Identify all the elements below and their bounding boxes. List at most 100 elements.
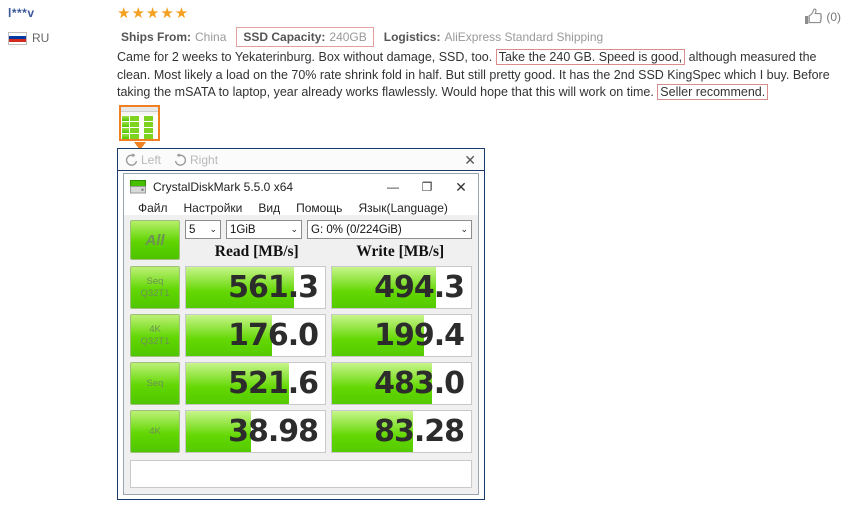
benchmark-run-button[interactable]: 4K Q32T1 [130, 314, 180, 357]
attribute-ships-from: Ships From: China [117, 28, 230, 46]
rotate-left-icon [124, 152, 139, 167]
benchmark-label-bottom: Q32T1 [140, 287, 170, 299]
menu-item-language[interactable]: Язык(Language) [350, 201, 455, 215]
benchmark-row: Seq 521.6 483.0 [130, 362, 472, 405]
cdm-window-title: CrystalDiskMark 5.5.0 x64 [153, 180, 294, 194]
benchmark-run-button[interactable]: Seq [130, 362, 180, 405]
write-result-cell: 483.0 [331, 362, 472, 405]
result-value: 38.98 [228, 414, 319, 449]
attribute-value: 240GB [329, 30, 367, 44]
rotate-right-icon [173, 152, 188, 167]
attribute-key: Logistics: [383, 30, 441, 44]
benchmark-label-top: Seq [146, 377, 164, 389]
thumbnail-row [122, 116, 157, 121]
like-count: (0) [826, 9, 841, 24]
cdm-maximize-button[interactable]: ❐ [410, 174, 444, 200]
thumbnail-row [122, 128, 157, 133]
menu-item-settings[interactable]: Настройки [176, 201, 251, 215]
result-value: 176.0 [228, 318, 319, 353]
result-value: 483.0 [374, 366, 465, 401]
rotate-right-button[interactable]: Right [173, 152, 218, 167]
attribute-key: Ships From: [121, 30, 192, 44]
review-text-part-1: Came for 2 weeks to Yekaterinburg. Box w… [117, 50, 496, 64]
cdm-content: All 5 ⌄ 1GiB ⌄ G: 0% (0/224GiB) ⌄ Read [… [124, 215, 478, 494]
review-highlight-1: Take the 240 GB. Speed is good, [495, 49, 686, 65]
cdm-column-headers: Read [MB/s] Write [MB/s] [185, 243, 472, 261]
cdm-status-box[interactable] [130, 460, 472, 488]
read-result-cell: 561.3 [185, 266, 326, 309]
helpful-vote[interactable]: (0) [804, 8, 841, 25]
cdm-titlebar: CrystalDiskMark 5.5.0 x64 — ❐ ✕ [124, 174, 478, 200]
review-highlight-2: Seller recommend. [657, 84, 769, 100]
test-size-select[interactable]: 1GiB ⌄ [226, 220, 302, 239]
result-value: 494.3 [374, 270, 465, 305]
crystaldiskmark-window: CrystalDiskMark 5.5.0 x64 — ❐ ✕ Файл Нас… [123, 173, 479, 495]
result-value: 199.4 [374, 318, 465, 353]
write-result-cell: 494.3 [331, 266, 472, 309]
drive-value: G: 0% (0/224GiB) [311, 223, 402, 236]
cdm-close-button[interactable]: ✕ [444, 174, 478, 200]
run-all-button[interactable]: All [130, 220, 180, 260]
reviewer-info: l***v RU [8, 6, 108, 45]
rating-stars: ★★★★★ [117, 5, 190, 22]
russia-flag-icon [8, 31, 27, 45]
read-result-cell: 38.98 [185, 410, 326, 453]
thumbnail-preview[interactable] [119, 105, 160, 141]
column-header-read: Read [MB/s] [214, 243, 299, 260]
attribute-value: AliExpress Standard Shipping [444, 30, 604, 44]
write-result-cell: 83.28 [331, 410, 472, 453]
test-size-value: 1GiB [230, 223, 256, 236]
cdm-minimize-button[interactable]: — [376, 174, 410, 200]
read-result-cell: 521.6 [185, 362, 326, 405]
rotate-left-label: Left [141, 152, 162, 167]
cdm-controls-row: All 5 ⌄ 1GiB ⌄ G: 0% (0/224GiB) ⌄ Read [… [130, 220, 472, 261]
write-result-cell: 199.4 [331, 314, 472, 357]
reviewer-name[interactable]: l***v [8, 6, 108, 20]
image-viewer-toolbar: Left Right ✕ [118, 149, 484, 171]
chevron-down-icon: ⌄ [209, 224, 217, 234]
thumbnail-row [122, 122, 157, 127]
attribute-key: SSD Capacity: [243, 30, 326, 44]
thumbnail-menubar [121, 112, 158, 115]
cdm-select-group: 5 ⌄ 1GiB ⌄ G: 0% (0/224GiB) ⌄ [185, 220, 472, 239]
review-image-thumbnail[interactable] [119, 105, 160, 150]
chevron-down-icon: ⌄ [460, 224, 468, 234]
menu-item-file[interactable]: Файл [130, 201, 176, 215]
run-count-value: 5 [189, 223, 196, 236]
attribute-value: China [195, 30, 227, 44]
run-count-select[interactable]: 5 ⌄ [185, 220, 221, 239]
result-value: 561.3 [228, 270, 319, 305]
product-attributes: Ships From: China SSD Capacity: 240GB Lo… [117, 27, 607, 47]
thumbs-up-icon[interactable] [804, 8, 823, 25]
cdm-results-table: Seq Q32T1 561.3 494.3 4K Q32T1 176.0 199.4 Seq 52… [130, 261, 472, 453]
rotate-right-label: Right [190, 152, 219, 167]
result-value: 521.6 [228, 366, 319, 401]
menu-item-help[interactable]: Помощь [288, 201, 350, 215]
benchmark-run-button[interactable]: 4K [130, 410, 180, 453]
benchmark-row: 4K Q32T1 176.0 199.4 [130, 314, 472, 357]
image-viewer: Left Right ✕ CrystalDiskMark 5.5.0 x64 —… [117, 148, 485, 500]
benchmark-label-top: 4K [149, 425, 161, 437]
crystaldiskmark-app-icon [130, 180, 146, 194]
benchmark-label-top: 4K [149, 323, 161, 335]
drive-select[interactable]: G: 0% (0/224GiB) ⌄ [307, 220, 472, 239]
read-result-cell: 176.0 [185, 314, 326, 357]
thumbnail-row [122, 134, 157, 139]
rotate-left-button[interactable]: Left [124, 152, 161, 167]
review-text: Came for 2 weeks to Yekaterinburg. Box w… [117, 49, 839, 102]
benchmark-row: Seq Q32T1 561.3 494.3 [130, 266, 472, 309]
benchmark-label-bottom: Q32T1 [140, 335, 170, 347]
country-code: RU [32, 31, 50, 45]
menu-item-view[interactable]: Вид [250, 201, 288, 215]
viewer-close-icon[interactable]: ✕ [462, 153, 478, 167]
attribute-logistics: Logistics: AliExpress Standard Shipping [380, 28, 607, 46]
benchmark-label-top: Seq [146, 275, 164, 287]
attribute-ssd-capacity: SSD Capacity: 240GB [236, 27, 374, 47]
benchmark-run-button[interactable]: Seq Q32T1 [130, 266, 180, 309]
benchmark-row: 4K 38.98 83.28 [130, 410, 472, 453]
chevron-down-icon: ⌄ [290, 224, 298, 234]
reviewer-country: RU [8, 31, 108, 45]
result-value: 83.28 [374, 414, 465, 449]
column-header-write: Write [MB/s] [356, 243, 445, 260]
cdm-menubar: Файл Настройки Вид Помощь Язык(Language) [124, 200, 478, 215]
